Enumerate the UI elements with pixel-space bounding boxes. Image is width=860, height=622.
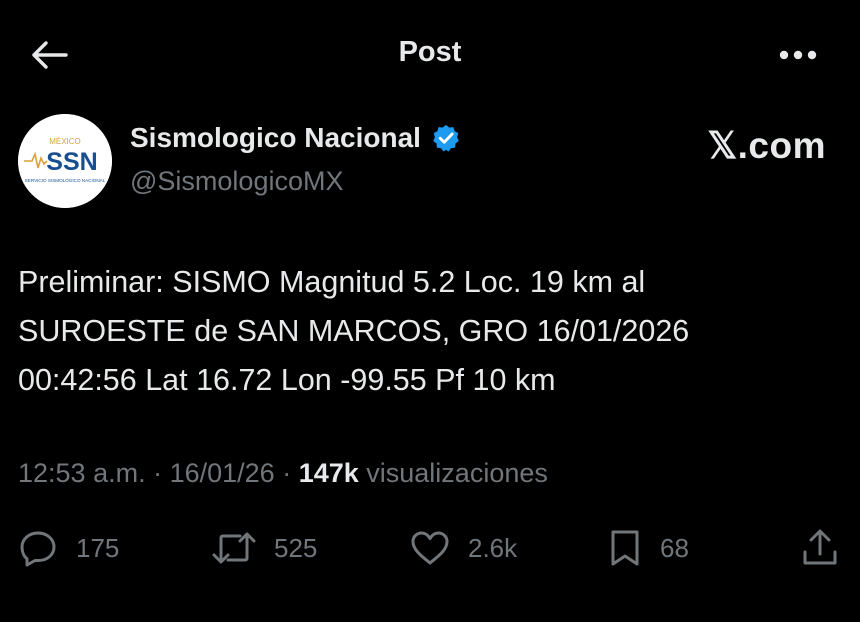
author-name[interactable]: Sismologico Nacional <box>130 122 461 154</box>
meta-separator: · <box>274 458 299 488</box>
views-label[interactable]: visualizaciones <box>366 458 548 488</box>
meta-separator: · <box>145 458 170 488</box>
post-line: SUROESTE de SAN MARCOS, GRO 16/01/2026 <box>18 314 690 348</box>
reply-count: 175 <box>76 532 120 563</box>
avatar[interactable]: MÉXICO SSN SERVICIO SISMOLÓGICO NACIONAL <box>18 114 112 208</box>
views-count[interactable]: 147k <box>299 458 359 488</box>
like-button[interactable]: 2.6k <box>410 520 517 576</box>
post-text: Preliminar: SISMO Magnitud 5.2 Loc. 19 k… <box>18 258 828 405</box>
post-time[interactable]: 12:53 a.m. <box>18 458 146 488</box>
repost-icon <box>212 532 256 564</box>
bookmark-icon <box>611 530 639 566</box>
reply-icon <box>20 531 56 567</box>
share-icon <box>803 529 837 565</box>
post-line: Preliminar: SISMO Magnitud 5.2 Loc. 19 k… <box>18 265 646 299</box>
verified-badge-icon[interactable] <box>431 123 461 153</box>
reply-button[interactable]: 175 <box>18 520 119 576</box>
author-name-text: Sismologico Nacional <box>130 122 421 153</box>
like-count: 2.6k <box>468 532 518 563</box>
top-bar: Post <box>0 0 860 110</box>
source-watermark: 𝕏.com <box>707 125 826 166</box>
bookmark-count: 68 <box>660 532 689 563</box>
post-line: 00:42:56 Lat 16.72 Lon -99.55 Pf 10 km <box>18 363 556 397</box>
bookmark-button[interactable]: 68 <box>608 520 689 576</box>
more-options-button[interactable] <box>776 38 820 72</box>
share-button[interactable] <box>800 520 840 576</box>
action-bar: 175 525 2.6k 68 <box>0 520 860 576</box>
more-dots-icon <box>779 50 817 60</box>
svg-text:MÉXICO: MÉXICO <box>49 137 81 146</box>
repost-count: 525 <box>274 532 318 563</box>
heart-icon <box>411 531 449 565</box>
author-handle[interactable]: @SismologicoMX <box>130 166 343 197</box>
post-date[interactable]: 16/01/26 <box>170 458 275 488</box>
svg-text:SSN: SSN <box>46 148 97 176</box>
post-meta: 12:53 a.m. · 16/01/26 · 147k visualizaci… <box>18 458 548 489</box>
page-title: Post <box>398 36 462 68</box>
repost-button[interactable]: 525 <box>212 520 317 576</box>
svg-text:SERVICIO SISMOLÓGICO NACIONAL: SERVICIO SISMOLÓGICO NACIONAL <box>25 177 106 183</box>
ssn-logo: MÉXICO SSN SERVICIO SISMOLÓGICO NACIONAL <box>18 114 112 208</box>
